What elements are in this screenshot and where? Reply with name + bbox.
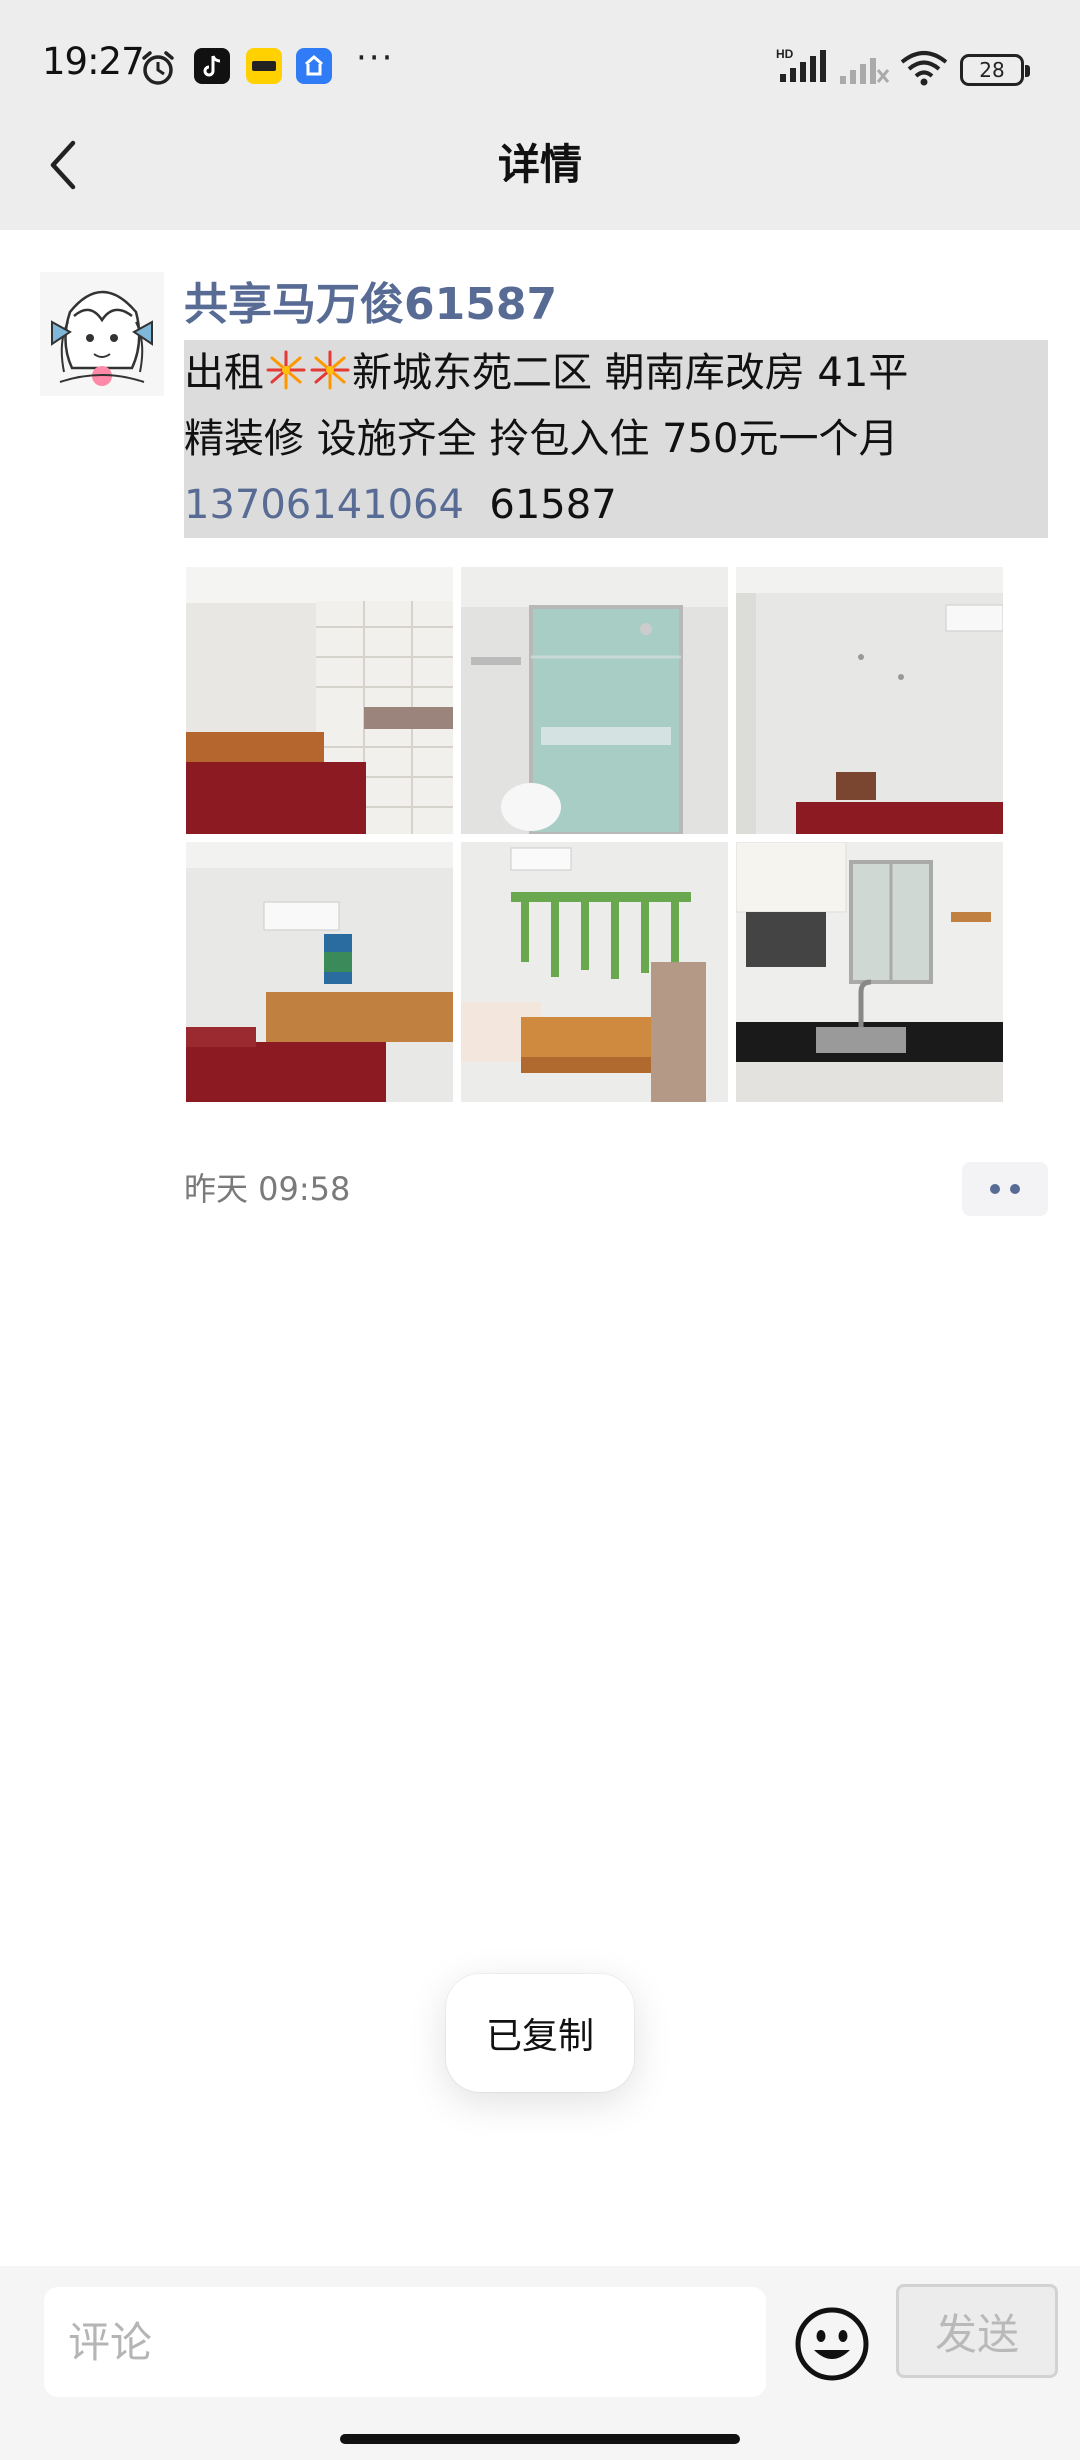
photo-grid [186,567,1003,1102]
app-icon [296,48,332,84]
post-time: 昨天 09:58 [184,1170,351,1208]
tiktok-icon [194,48,230,84]
dot-icon [990,1184,1000,1194]
bedroom-ac-photo[interactable] [186,842,453,1102]
author-name[interactable]: 共享马万俊61587 [184,268,557,332]
fireworks-emoji-icon [310,350,350,390]
post-line-2: 精装修 设施齐全 拎包入住 750元一个月 [184,416,899,462]
fireworks-emoji-icon [266,350,306,390]
empty-room-ac-photo[interactable] [736,567,1003,834]
emoji-button[interactable] [794,2306,870,2382]
signal-icon: HD [776,47,826,82]
post-line-1-prefix: 出租 [184,350,264,396]
more-actions-button[interactable] [962,1162,1048,1216]
kitchen-photo[interactable] [736,842,1003,1102]
cartoon-girl-avatar-image [40,272,164,396]
page-title: 详情 [497,140,582,189]
post-content-selected[interactable]: 出租 新城东苑二区 朝南库改房 41平 精装修 设施齐全 拎包入住 750元一个… [184,340,1048,538]
bedroom-wardrobe-photo[interactable] [186,567,453,834]
copied-toast: 已复制 [446,1974,634,2092]
send-button[interactable]: 发送 [896,2284,1058,2378]
navigation-bar: 详情 [0,120,1080,210]
signal-off-icon [840,58,890,84]
chevron-left-icon [50,140,76,190]
smiley-icon [795,2307,869,2381]
battery-icon: 28 [960,54,1030,86]
comment-input[interactable] [44,2287,766,2397]
back-button[interactable] [28,130,98,200]
home-indicator[interactable] [340,2434,740,2444]
post-code: 61587 [489,482,617,528]
battery-level: 28 [979,58,1005,82]
dot-icon [1010,1184,1020,1194]
avatar[interactable] [40,272,164,396]
status-time: 19:27 [42,40,145,83]
phone-number-link[interactable]: 13706141064 [184,482,464,528]
post-line-1-suffix: 新城东苑二区 朝南库改房 41平 [352,350,909,396]
alarm-icon [142,51,174,85]
more-notifications-icon: ··· [356,38,395,78]
comment-bar: 发送 [0,2266,1080,2460]
room-vines-fridge-photo[interactable] [461,842,728,1102]
wifi-icon [900,51,948,86]
shower-photo[interactable] [461,567,728,834]
status-bar: 19:27 ··· HD 28 [0,36,1080,100]
network-label: HD [776,47,794,61]
top-bar: 19:27 ··· HD 28 详情 [0,0,1080,230]
post-line-1: 出租 新城东苑二区 朝南库改房 41平 [184,340,1048,406]
post-line-3: 13706141064 61587 [184,472,1048,538]
meituan-icon [246,48,282,84]
